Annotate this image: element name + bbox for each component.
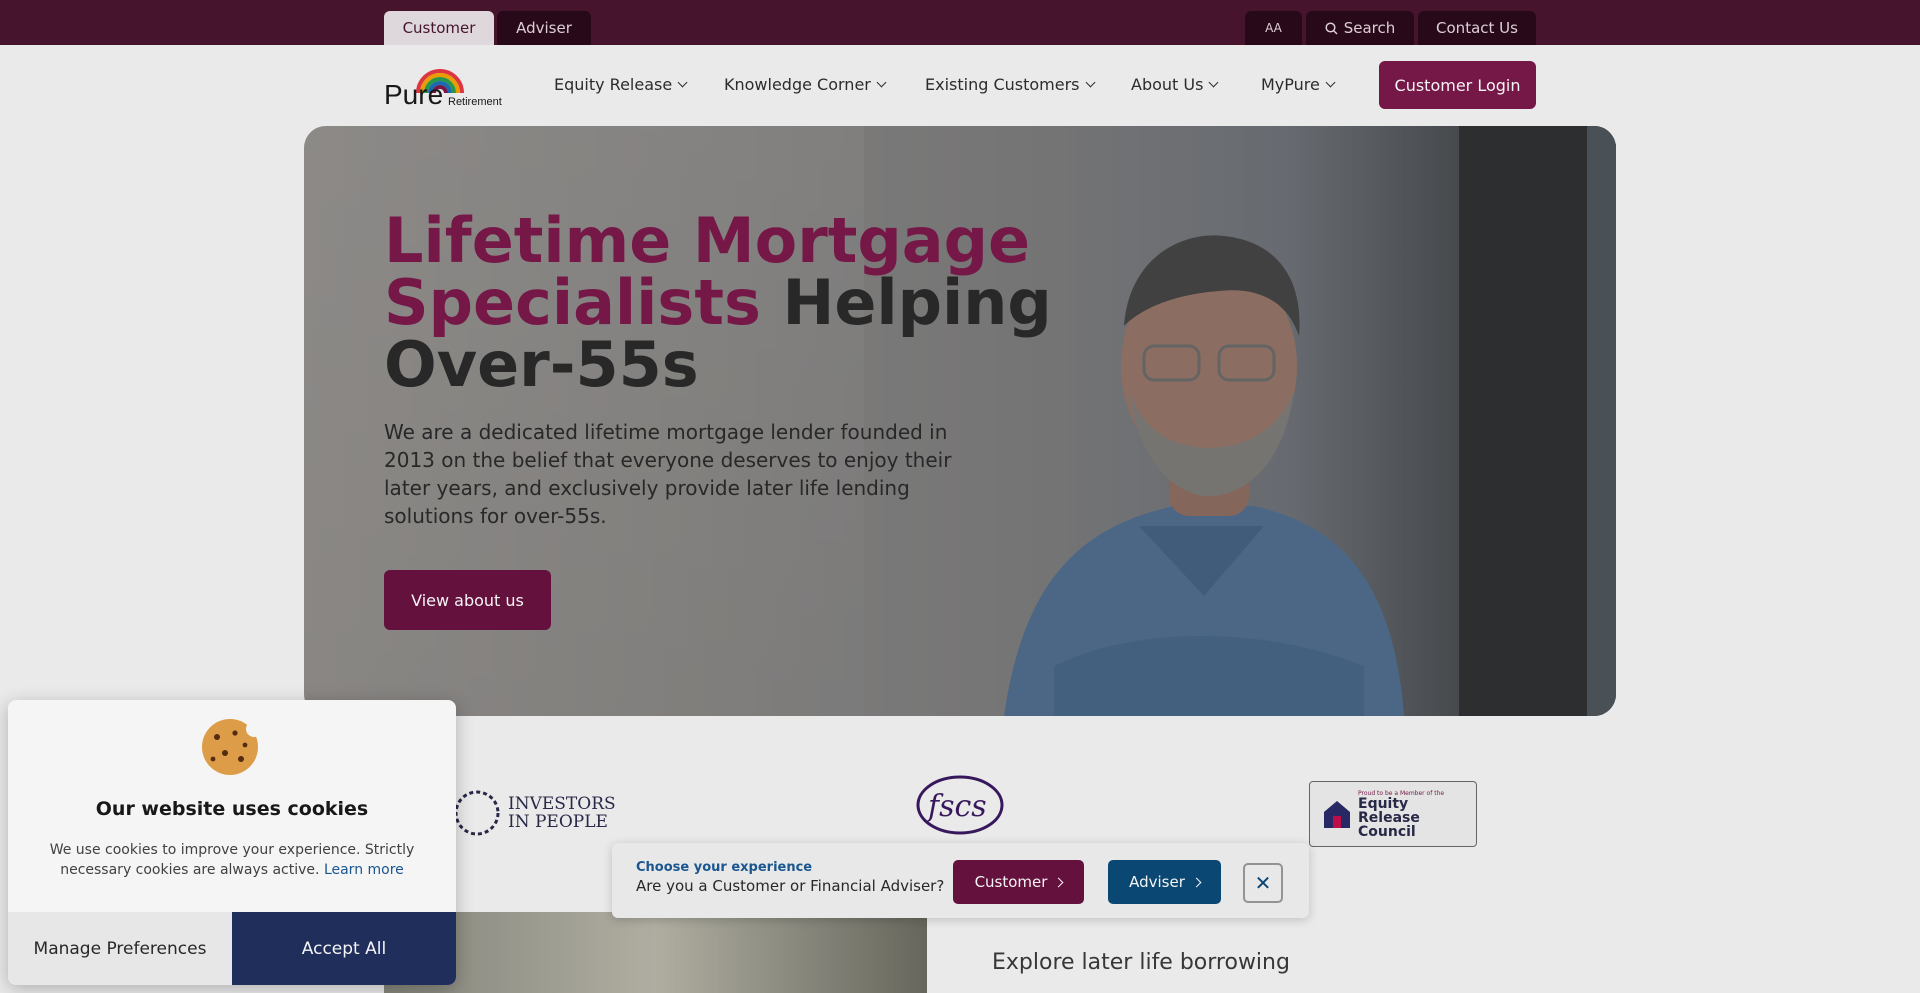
nav-label: Knowledge Corner xyxy=(724,75,871,94)
investors-in-people-logo: INVESTORS IN PEOPLE xyxy=(452,788,618,838)
manage-preferences-button[interactable]: Manage Preferences xyxy=(8,912,232,985)
nav-existing-customers[interactable]: Existing Customers xyxy=(925,75,1095,94)
hero-banner: Lifetime Mortgage Specialists Helping Ov… xyxy=(304,126,1616,716)
utility-bar: Customer Adviser AA Search Contact Us xyxy=(0,0,1920,45)
choose-customer-button[interactable]: Customer xyxy=(953,860,1084,904)
experience-chooser: Choose your experience Are you a Custome… xyxy=(612,843,1309,918)
iip-text: INVESTORS IN PEOPLE xyxy=(508,795,618,831)
manage-label: Manage Preferences xyxy=(33,938,207,959)
accept-label: Accept All xyxy=(301,938,387,959)
cookie-consent-dialog: Our website uses cookies We use cookies … xyxy=(8,700,456,985)
choose-adviser-button[interactable]: Adviser xyxy=(1108,860,1221,904)
chevron-down-icon xyxy=(876,77,887,88)
customer-label: Customer xyxy=(974,873,1048,891)
erc-main-text: Equity Release Council xyxy=(1358,795,1420,840)
tab-adviser[interactable]: Adviser xyxy=(497,11,591,45)
login-label: Customer Login xyxy=(1394,75,1521,95)
lower-section-heading: Explore later life borrowing xyxy=(992,950,1290,975)
text-size-label: AA xyxy=(1265,21,1282,35)
chevron-down-icon xyxy=(677,77,688,88)
chevron-right-icon xyxy=(1053,877,1064,887)
tab-adviser-label: Adviser xyxy=(516,19,572,37)
fscs-logo: fscs xyxy=(914,773,1006,841)
cookie-title: Our website uses cookies xyxy=(95,798,369,820)
laurel-icon xyxy=(454,790,500,836)
customer-login-button[interactable]: Customer Login xyxy=(1379,61,1536,109)
nav-label: About Us xyxy=(1131,75,1204,94)
learn-more-link[interactable]: Learn more xyxy=(324,862,404,878)
close-icon: ✕ xyxy=(1254,871,1272,895)
experience-label: Choose your experience xyxy=(636,860,813,875)
nav-label: Equity Release xyxy=(554,75,673,94)
nav-label: Existing Customers xyxy=(925,75,1080,94)
accept-all-button[interactable]: Accept All xyxy=(232,912,456,985)
main-nav: Pure Retirement Equity Release Knowledge… xyxy=(0,45,1920,126)
house-icon xyxy=(1324,801,1350,828)
logo-graphic: Pure Retirement xyxy=(384,69,502,110)
adviser-label: Adviser xyxy=(1129,873,1185,891)
pure-retirement-logo[interactable]: Pure Retirement xyxy=(384,65,514,110)
nav-label: MyPure xyxy=(1261,75,1320,94)
contact-us-button[interactable]: Contact Us xyxy=(1418,11,1536,45)
cta-label: View about us xyxy=(411,590,524,610)
close-button[interactable]: ✕ xyxy=(1243,863,1283,903)
svg-text:Pure: Pure xyxy=(384,79,443,107)
text-size-button[interactable]: AA xyxy=(1245,11,1302,45)
contact-label: Contact Us xyxy=(1436,19,1518,37)
experience-question: Are you a Customer or Financial Adviser? xyxy=(636,877,945,895)
cookie-icon xyxy=(202,719,262,775)
nav-about-us[interactable]: About Us xyxy=(1131,75,1219,94)
chevron-down-icon xyxy=(1325,77,1336,88)
svg-text:Retirement: Retirement xyxy=(448,96,502,107)
view-about-us-button[interactable]: View about us xyxy=(384,570,551,630)
search-label: Search xyxy=(1343,19,1396,37)
fscs-text: fscs xyxy=(926,789,987,824)
hero-title: Lifetime Mortgage Specialists Helping Ov… xyxy=(384,210,1084,396)
search-button[interactable]: Search xyxy=(1306,11,1414,45)
search-icon xyxy=(1325,21,1338,35)
nav-equity-release[interactable]: Equity Release xyxy=(554,75,688,94)
tab-customer-label: Customer xyxy=(402,19,476,37)
nav-knowledge-corner[interactable]: Knowledge Corner xyxy=(724,75,887,94)
hero-description: We are a dedicated lifetime mortgage len… xyxy=(384,420,952,528)
lower-section-image xyxy=(384,912,927,993)
iip-label: INVESTORS IN PEOPLE xyxy=(508,794,616,832)
chevron-down-icon xyxy=(1208,77,1219,88)
fscs-graphic: fscs xyxy=(916,775,1004,835)
tab-customer[interactable]: Customer xyxy=(384,11,494,45)
chevron-down-icon xyxy=(1085,77,1095,88)
chevron-right-icon xyxy=(1191,877,1202,887)
nav-mypure[interactable]: MyPure xyxy=(1261,75,1336,94)
cookie-description: We use cookies to improve your experienc… xyxy=(42,840,422,880)
equity-release-council-logo: Proud to be a Member of the Equity Relea… xyxy=(1309,781,1477,847)
